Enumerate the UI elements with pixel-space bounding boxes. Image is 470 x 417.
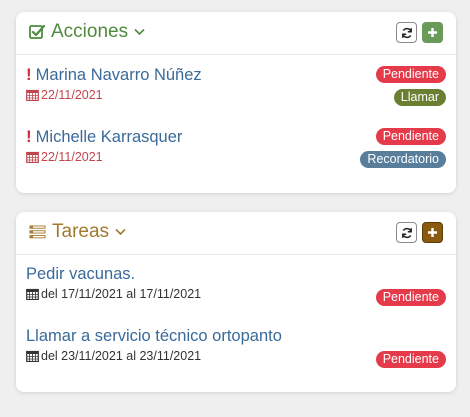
type-badge: Recordatorio xyxy=(360,151,446,168)
plus-icon xyxy=(427,227,438,238)
tarea-date-range: del 23/11/2021 al 23/11/2021 xyxy=(41,349,202,363)
tarea-name[interactable]: Pedir vacunas. xyxy=(26,265,135,284)
type-badge: Llamar xyxy=(393,89,446,106)
status-badge: Pendiente xyxy=(375,66,446,83)
tareas-toggle[interactable]: Tareas xyxy=(29,221,126,243)
accion-date: 22/11/2021 xyxy=(41,150,103,164)
calendar-icon xyxy=(26,288,39,300)
tareas-title: Tareas xyxy=(52,221,110,242)
checkbox-icon xyxy=(29,24,45,40)
calendar-icon xyxy=(26,350,39,362)
tareas-refresh-button[interactable] xyxy=(396,222,417,243)
list-icon xyxy=(29,225,46,239)
plus-icon xyxy=(427,27,438,38)
acciones-toggle[interactable]: Acciones xyxy=(29,21,145,43)
chevron-down-icon xyxy=(115,228,126,236)
exclamation-icon: ! xyxy=(26,127,32,146)
tarea-item[interactable]: Pedir vacunas. del 17/11/2021 al 17/11/2… xyxy=(26,265,446,307)
calendar-icon xyxy=(26,151,39,163)
status-badge: Pendiente xyxy=(375,289,446,306)
chevron-down-icon xyxy=(134,28,145,36)
tareas-header: Tareas xyxy=(16,212,456,255)
tarea-date-range: del 17/11/2021 al 17/11/2021 xyxy=(41,287,202,301)
acciones-panel: Acciones ! Marina Navarro Núñez 22/11/20… xyxy=(16,12,456,193)
exclamation-icon: ! xyxy=(26,65,32,84)
accion-item[interactable]: ! Marina Navarro Núñez 22/11/2021 Pendie… xyxy=(26,65,446,107)
accion-name[interactable]: Michelle Karrasquer xyxy=(36,128,183,147)
refresh-icon xyxy=(401,227,413,239)
tarea-item[interactable]: Llamar a servicio técnico ortopanto del … xyxy=(26,327,446,369)
accion-name[interactable]: Marina Navarro Núñez xyxy=(36,66,202,85)
acciones-add-button[interactable] xyxy=(422,22,443,43)
acciones-header: Acciones xyxy=(16,12,456,55)
status-badge: Pendiente xyxy=(375,351,446,368)
tareas-panel: Tareas Pedir vacunas. del 17/11/2021 al … xyxy=(16,212,456,392)
refresh-icon xyxy=(401,27,413,39)
accion-item[interactable]: ! Michelle Karrasquer 22/11/2021 Pendien… xyxy=(26,127,446,169)
tarea-name[interactable]: Llamar a servicio técnico ortopanto xyxy=(26,327,282,346)
acciones-refresh-button[interactable] xyxy=(396,22,417,43)
calendar-icon xyxy=(26,89,39,101)
status-badge: Pendiente xyxy=(375,128,446,145)
acciones-title: Acciones xyxy=(51,21,129,42)
accion-date: 22/11/2021 xyxy=(41,88,103,102)
tareas-add-button[interactable] xyxy=(422,222,443,243)
